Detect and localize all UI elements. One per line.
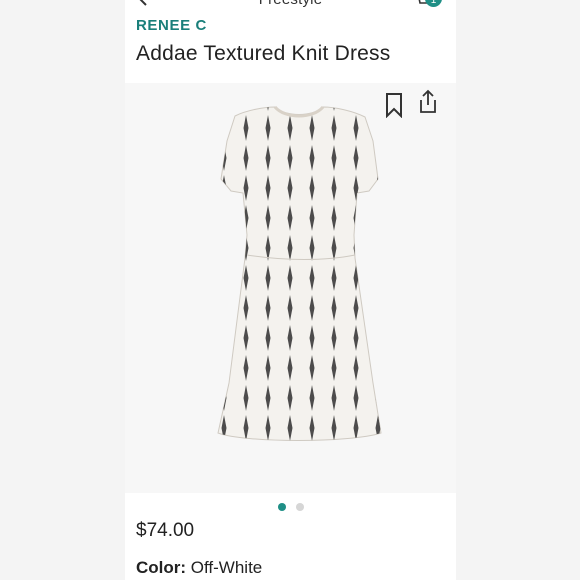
share-icon[interactable] [417, 89, 439, 115]
product-screen: Freestyle 1 RENEE C Addae Textured Knit … [125, 0, 456, 580]
carousel-pagination [125, 503, 456, 511]
carousel-dot-active[interactable] [277, 503, 286, 511]
product-image-carousel[interactable] [125, 83, 456, 493]
nav-title: Freestyle [125, 0, 456, 8]
brand-name[interactable]: RENEE C [136, 17, 207, 34]
dress-image [217, 105, 382, 441]
color-selection: Color: Off-White [136, 558, 262, 578]
color-value: Off-White [190, 558, 263, 577]
product-price: $74.00 [136, 520, 195, 541]
carousel-dot[interactable] [295, 503, 304, 511]
nav-bar: Freestyle 1 [125, 0, 456, 10]
color-label: Color: [136, 558, 187, 577]
bookmark-icon[interactable] [384, 92, 404, 118]
product-title: Addae Textured Knit Dress [136, 42, 391, 65]
